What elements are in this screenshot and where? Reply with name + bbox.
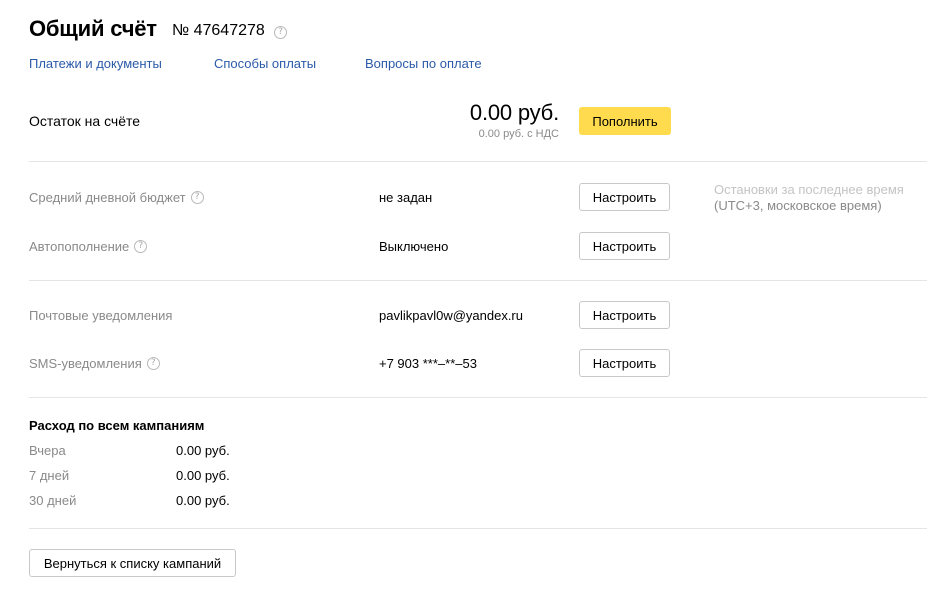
divider (29, 280, 927, 281)
expense-30-days-value: 0.00 руб. (176, 493, 230, 508)
expenses-title: Расход по всем кампаниям (29, 418, 205, 433)
divider (29, 397, 927, 398)
expense-7-days-label: 7 дней (29, 468, 70, 483)
autopay-value: Выключено (379, 239, 449, 254)
daily-budget-value: не задан (379, 190, 433, 205)
balance-amount-vat: 0.00 руб. с НДС (478, 128, 559, 140)
divider (29, 528, 927, 529)
help-icon[interactable]: ? (134, 239, 148, 253)
help-icon[interactable]: ? (146, 356, 160, 370)
page-title: Общий счёт (29, 16, 157, 41)
help-icon[interactable]: ? (274, 26, 287, 39)
autopay-label: Автопополнение? (29, 239, 148, 254)
stops-note-title: Остановки за последнее время (714, 182, 904, 197)
expense-7-days-value: 0.00 руб. (176, 468, 230, 483)
autopay-configure-button[interactable]: Настроить (579, 232, 670, 260)
expense-30-days-label: 30 дней (29, 493, 77, 508)
sms-notifications-value: +7 903 ***–**–53 (379, 356, 477, 371)
stops-note-timezone: (UTC+3, московское время) (714, 198, 882, 213)
email-notifications-value: pavlikpavl0w@yandex.ru (379, 308, 523, 323)
account-number: № 47647278 (172, 22, 265, 39)
expense-yesterday-value: 0.00 руб. (176, 443, 230, 458)
stops-note: Остановки за последнее время (UTC+3, мос… (714, 182, 904, 214)
balance-amount: 0.00 руб. (469, 100, 559, 125)
tab-payment-methods[interactable]: Способы оплаты (214, 56, 316, 71)
autopay-label-text: Автопополнение (29, 239, 130, 254)
tab-payment-questions[interactable]: Вопросы по оплате (365, 56, 482, 71)
help-icon[interactable]: ? (190, 190, 204, 204)
email-notifications-configure-button[interactable]: Настроить (579, 301, 670, 329)
tab-payments-documents[interactable]: Платежи и документы (29, 56, 162, 71)
daily-budget-label: Средний дневной бюджет? (29, 190, 204, 205)
expense-yesterday-label: Вчера (29, 443, 66, 458)
daily-budget-configure-button[interactable]: Настроить (579, 183, 670, 211)
sms-notifications-label-text: SMS-уведомления (29, 356, 142, 371)
email-notifications-label: Почтовые уведомления (29, 308, 173, 323)
topup-button[interactable]: Пополнить (579, 107, 671, 135)
back-to-campaigns-button[interactable]: Вернуться к списку кампаний (29, 549, 236, 577)
daily-budget-label-text: Средний дневной бюджет (29, 190, 186, 205)
sms-notifications-label: SMS-уведомления? (29, 356, 160, 371)
sms-notifications-configure-button[interactable]: Настроить (579, 349, 670, 377)
divider (29, 161, 927, 162)
balance-label: Остаток на счёте (29, 113, 141, 129)
